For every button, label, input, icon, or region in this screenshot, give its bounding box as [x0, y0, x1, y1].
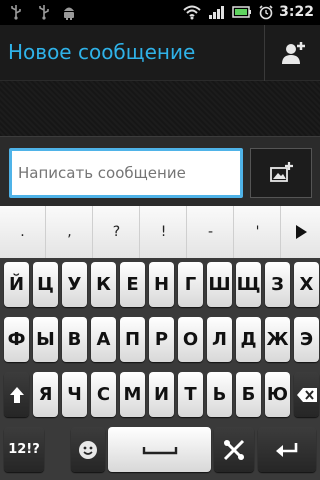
- signal-icon: [208, 4, 226, 20]
- key-х[interactable]: Х: [294, 262, 319, 307]
- attach-picture-button[interactable]: [250, 148, 312, 198]
- key-ш[interactable]: Ш: [207, 262, 232, 307]
- key-ю[interactable]: Ю: [265, 372, 290, 417]
- shift-icon: [9, 386, 24, 403]
- emoji-key[interactable]: [71, 427, 105, 472]
- smiley-icon: [79, 440, 97, 459]
- key-р[interactable]: Р: [149, 317, 174, 362]
- key-ф[interactable]: Ф: [4, 317, 29, 362]
- backspace-icon: [296, 387, 317, 402]
- punctuation-key[interactable]: !: [141, 206, 187, 258]
- wifi-icon: [182, 4, 202, 20]
- symbols-key[interactable]: 12!?: [4, 427, 44, 472]
- tools-icon: [223, 439, 245, 460]
- android-debug-icon: [62, 4, 76, 20]
- status-bar: 3:22: [0, 0, 320, 25]
- backspace-key[interactable]: [294, 372, 319, 417]
- key-а[interactable]: А: [91, 317, 116, 362]
- key-э[interactable]: Э: [294, 317, 319, 362]
- key-й[interactable]: Й: [4, 262, 29, 307]
- keyboard-settings-key[interactable]: [214, 427, 254, 472]
- conversation-area: [0, 81, 320, 136]
- space-key[interactable]: [108, 427, 211, 472]
- enter-key[interactable]: [258, 427, 316, 472]
- key-и[interactable]: И: [149, 372, 174, 417]
- key-ж[interactable]: Ж: [265, 317, 290, 362]
- more-suggestions-button[interactable]: [282, 206, 320, 258]
- key-г[interactable]: Г: [178, 262, 203, 307]
- enter-icon: [276, 442, 298, 457]
- key-к[interactable]: К: [91, 262, 116, 307]
- key-ы[interactable]: Ы: [33, 317, 58, 362]
- space-icon: [142, 446, 177, 454]
- punctuation-key[interactable]: .: [0, 206, 46, 258]
- key-с[interactable]: С: [91, 372, 116, 417]
- alarm-icon: [258, 4, 274, 20]
- usb-icon: [10, 4, 22, 20]
- action-bar: Новое сообщение: [0, 25, 320, 81]
- on-screen-keyboard: . , ? ! - ' Й Ц У К Е Н Г Ш Щ З Х Ф Ы В …: [0, 206, 320, 480]
- key-т[interactable]: Т: [178, 372, 203, 417]
- punctuation-key[interactable]: ?: [94, 206, 140, 258]
- key-д[interactable]: Д: [236, 317, 261, 362]
- usb-icon: [38, 4, 50, 20]
- play-arrow-icon: [296, 225, 307, 239]
- key-о[interactable]: О: [178, 317, 203, 362]
- page-title: Новое сообщение: [8, 40, 196, 64]
- add-contact-button[interactable]: [264, 25, 320, 81]
- attach-picture-icon: [270, 162, 293, 182]
- punctuation-row: . , ? ! - ': [0, 206, 320, 258]
- key-п[interactable]: П: [120, 317, 145, 362]
- key-ь[interactable]: Ь: [207, 372, 232, 417]
- key-б[interactable]: Б: [236, 372, 261, 417]
- key-н[interactable]: Н: [149, 262, 174, 307]
- add-contact-icon: [282, 42, 305, 64]
- battery-icon: [232, 4, 252, 20]
- key-у[interactable]: У: [62, 262, 87, 307]
- key-ц[interactable]: Ц: [33, 262, 58, 307]
- punctuation-key[interactable]: ,: [47, 206, 93, 258]
- key-з[interactable]: З: [265, 262, 290, 307]
- status-clock: 3:22: [279, 4, 314, 20]
- message-input[interactable]: [9, 148, 243, 198]
- key-ч[interactable]: Ч: [62, 372, 87, 417]
- shift-key[interactable]: [4, 372, 29, 417]
- key-л[interactable]: Л: [207, 317, 232, 362]
- key-щ[interactable]: Щ: [236, 262, 261, 307]
- key-в[interactable]: В: [62, 317, 87, 362]
- punctuation-key[interactable]: ': [235, 206, 281, 258]
- key-я[interactable]: Я: [33, 372, 58, 417]
- compose-bar: [0, 136, 320, 206]
- key-е[interactable]: Е: [120, 262, 145, 307]
- punctuation-key[interactable]: -: [188, 206, 234, 258]
- key-м[interactable]: М: [120, 372, 145, 417]
